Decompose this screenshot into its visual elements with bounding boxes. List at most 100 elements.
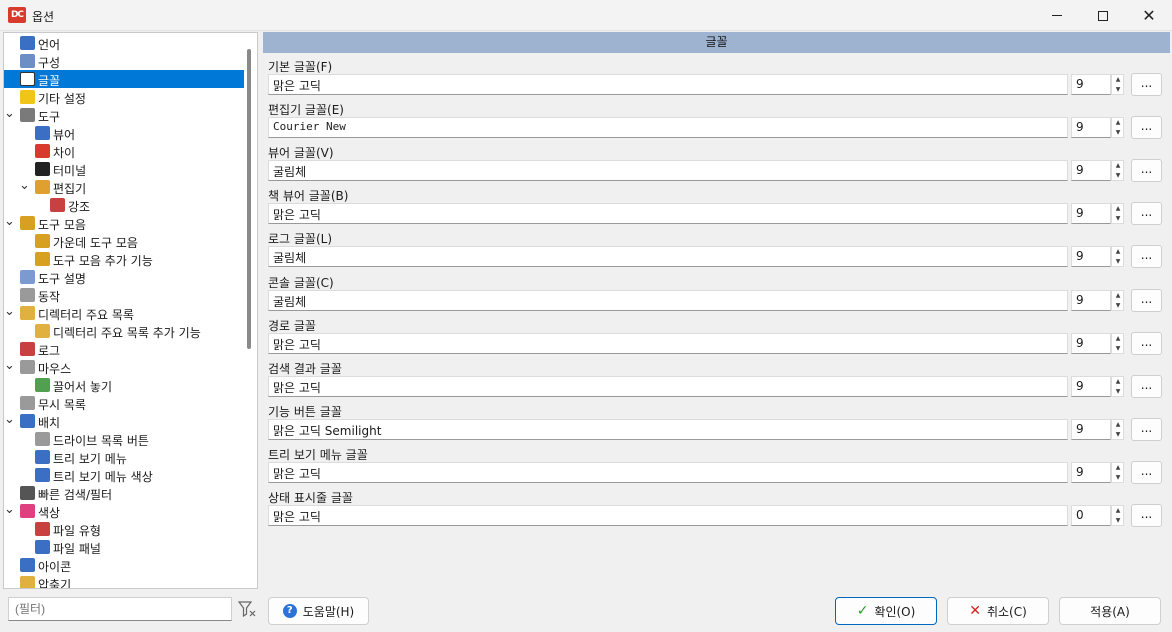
font-size-field[interactable]: 9 bbox=[1071, 246, 1111, 267]
tree-item[interactable]: 뷰어 bbox=[4, 124, 244, 142]
tree-item[interactable]: ⌄ 마우스 bbox=[4, 358, 244, 376]
font-name-field[interactable]: 맑은 고딕 bbox=[268, 505, 1068, 526]
font-size-spinner[interactable]: ▲ ▼ bbox=[1111, 117, 1124, 138]
spin-up-icon[interactable]: ▲ bbox=[1113, 118, 1123, 127]
spin-down-icon[interactable]: ▼ bbox=[1113, 128, 1123, 137]
tree-item[interactable]: 압축기 bbox=[4, 574, 244, 588]
clear-filter-icon[interactable] bbox=[237, 601, 256, 618]
spin-up-icon[interactable]: ▲ bbox=[1113, 420, 1123, 429]
spin-up-icon[interactable]: ▲ bbox=[1113, 161, 1123, 170]
spin-down-icon[interactable]: ▼ bbox=[1113, 387, 1123, 396]
tree-item[interactable]: 아이콘 bbox=[4, 556, 244, 574]
tree-item[interactable]: 터미널 bbox=[4, 160, 244, 178]
tree-item[interactable]: 무시 목록 bbox=[4, 394, 244, 412]
tree-item[interactable]: ⌄ 도구 모음 bbox=[4, 214, 244, 232]
chevron-down-icon[interactable]: ⌄ bbox=[4, 107, 15, 120]
browse-font-button[interactable]: ... bbox=[1131, 332, 1162, 355]
minimize-button[interactable] bbox=[1034, 0, 1080, 31]
ok-button[interactable]: ✓ 확인(O) bbox=[835, 597, 937, 625]
spin-down-icon[interactable]: ▼ bbox=[1113, 473, 1123, 482]
font-size-spinner[interactable]: ▲ ▼ bbox=[1111, 246, 1124, 267]
font-size-spinner[interactable]: ▲ ▼ bbox=[1111, 290, 1124, 311]
tree-item[interactable]: 구성 bbox=[4, 52, 244, 70]
spin-up-icon[interactable]: ▲ bbox=[1113, 334, 1123, 343]
spin-up-icon[interactable]: ▲ bbox=[1113, 247, 1123, 256]
tree-item[interactable]: ⌄ 도구 bbox=[4, 106, 244, 124]
font-name-field[interactable]: 맑은 고딕 bbox=[268, 333, 1068, 354]
font-size-field[interactable]: 9 bbox=[1071, 376, 1111, 397]
spin-down-icon[interactable]: ▼ bbox=[1113, 85, 1123, 94]
font-size-field[interactable]: 9 bbox=[1071, 290, 1111, 311]
browse-font-button[interactable]: ... bbox=[1131, 245, 1162, 268]
tree-item[interactable]: 로그 bbox=[4, 340, 244, 358]
chevron-down-icon[interactable]: ⌄ bbox=[4, 503, 15, 516]
tree-item[interactable]: 도구 설명 bbox=[4, 268, 244, 286]
font-size-field[interactable]: 9 bbox=[1071, 419, 1111, 440]
font-size-field[interactable]: 9 bbox=[1071, 160, 1111, 181]
tree-item[interactable]: 강조 bbox=[4, 196, 244, 214]
font-size-spinner[interactable]: ▲ ▼ bbox=[1111, 333, 1124, 354]
font-size-field[interactable]: 0 bbox=[1071, 505, 1111, 526]
help-button[interactable]: ? 도움말(H) bbox=[268, 597, 369, 625]
browse-font-button[interactable]: ... bbox=[1131, 116, 1162, 139]
font-name-field[interactable]: 굴림체 bbox=[268, 290, 1068, 311]
spin-up-icon[interactable]: ▲ bbox=[1113, 377, 1123, 386]
spin-up-icon[interactable]: ▲ bbox=[1113, 463, 1123, 472]
tree-item[interactable]: 동작 bbox=[4, 286, 244, 304]
tree-item[interactable]: 도구 모음 추가 기능 bbox=[4, 250, 244, 268]
font-size-field[interactable]: 9 bbox=[1071, 74, 1111, 95]
tree-item[interactable]: ⌄ 색상 bbox=[4, 502, 244, 520]
close-button[interactable]: ✕ bbox=[1126, 0, 1172, 31]
spin-down-icon[interactable]: ▼ bbox=[1113, 214, 1123, 223]
spin-down-icon[interactable]: ▼ bbox=[1113, 344, 1123, 353]
font-name-field[interactable]: 맑은 고딕 Semilight bbox=[268, 419, 1068, 440]
font-size-spinner[interactable]: ▲ ▼ bbox=[1111, 160, 1124, 181]
browse-font-button[interactable]: ... bbox=[1131, 202, 1162, 225]
font-size-spinner[interactable]: ▲ ▼ bbox=[1111, 505, 1124, 526]
font-size-field[interactable]: 9 bbox=[1071, 117, 1111, 138]
spin-down-icon[interactable]: ▼ bbox=[1113, 516, 1123, 525]
browse-font-button[interactable]: ... bbox=[1131, 461, 1162, 484]
options-tree[interactable]: 언어 구성 글꼴 기타 설정 ⌄ 도구 뷰어 차이 터미널 ⌄ 편집기 강조 ⌄ 도구 모음 가운데 도구 … bbox=[3, 32, 258, 589]
cancel-button[interactable]: ✕ 취소(C) bbox=[947, 597, 1049, 625]
font-size-field[interactable]: 9 bbox=[1071, 203, 1111, 224]
font-name-field[interactable]: Courier New bbox=[268, 117, 1068, 138]
font-name-field[interactable]: 맑은 고딕 bbox=[268, 376, 1068, 397]
spin-down-icon[interactable]: ▼ bbox=[1113, 430, 1123, 439]
browse-font-button[interactable]: ... bbox=[1131, 375, 1162, 398]
tree-item[interactable]: 디렉터리 주요 목록 추가 기능 bbox=[4, 322, 244, 340]
font-size-field[interactable]: 9 bbox=[1071, 462, 1111, 483]
tree-scrollbar[interactable] bbox=[247, 49, 251, 349]
tree-item[interactable]: 파일 패널 bbox=[4, 538, 244, 556]
tree-item[interactable]: 가운데 도구 모음 bbox=[4, 232, 244, 250]
tree-item[interactable]: ⌄ 배치 bbox=[4, 412, 244, 430]
tree-item[interactable]: 끌어서 놓기 bbox=[4, 376, 244, 394]
font-name-field[interactable]: 맑은 고딕 bbox=[268, 74, 1068, 95]
chevron-down-icon[interactable]: ⌄ bbox=[4, 359, 15, 372]
font-size-spinner[interactable]: ▲ ▼ bbox=[1111, 74, 1124, 95]
tree-item[interactable]: 트리 보기 메뉴 색상 bbox=[4, 466, 244, 484]
spin-up-icon[interactable]: ▲ bbox=[1113, 204, 1123, 213]
browse-font-button[interactable]: ... bbox=[1131, 289, 1162, 312]
filter-input[interactable] bbox=[8, 597, 232, 621]
font-name-field[interactable]: 굴림체 bbox=[268, 246, 1068, 267]
chevron-down-icon[interactable]: ⌄ bbox=[19, 179, 30, 192]
spin-down-icon[interactable]: ▼ bbox=[1113, 301, 1123, 310]
browse-font-button[interactable]: ... bbox=[1131, 159, 1162, 182]
spin-up-icon[interactable]: ▲ bbox=[1113, 75, 1123, 84]
tree-item[interactable]: 빠른 검색/필터 bbox=[4, 484, 244, 502]
spin-down-icon[interactable]: ▼ bbox=[1113, 257, 1123, 266]
tree-item[interactable]: 드라이브 목록 버튼 bbox=[4, 430, 244, 448]
tree-item[interactable]: 트리 보기 메뉴 bbox=[4, 448, 244, 466]
maximize-button[interactable] bbox=[1080, 0, 1126, 31]
font-size-spinner[interactable]: ▲ ▼ bbox=[1111, 462, 1124, 483]
browse-font-button[interactable]: ... bbox=[1131, 418, 1162, 441]
font-name-field[interactable]: 맑은 고딕 bbox=[268, 203, 1068, 224]
apply-button[interactable]: 적용(A) bbox=[1059, 597, 1161, 625]
font-size-spinner[interactable]: ▲ ▼ bbox=[1111, 376, 1124, 397]
browse-font-button[interactable]: ... bbox=[1131, 73, 1162, 96]
chevron-down-icon[interactable]: ⌄ bbox=[4, 305, 15, 318]
browse-font-button[interactable]: ... bbox=[1131, 504, 1162, 527]
font-name-field[interactable]: 굴림체 bbox=[268, 160, 1068, 181]
tree-item[interactable]: 언어 bbox=[4, 34, 244, 52]
